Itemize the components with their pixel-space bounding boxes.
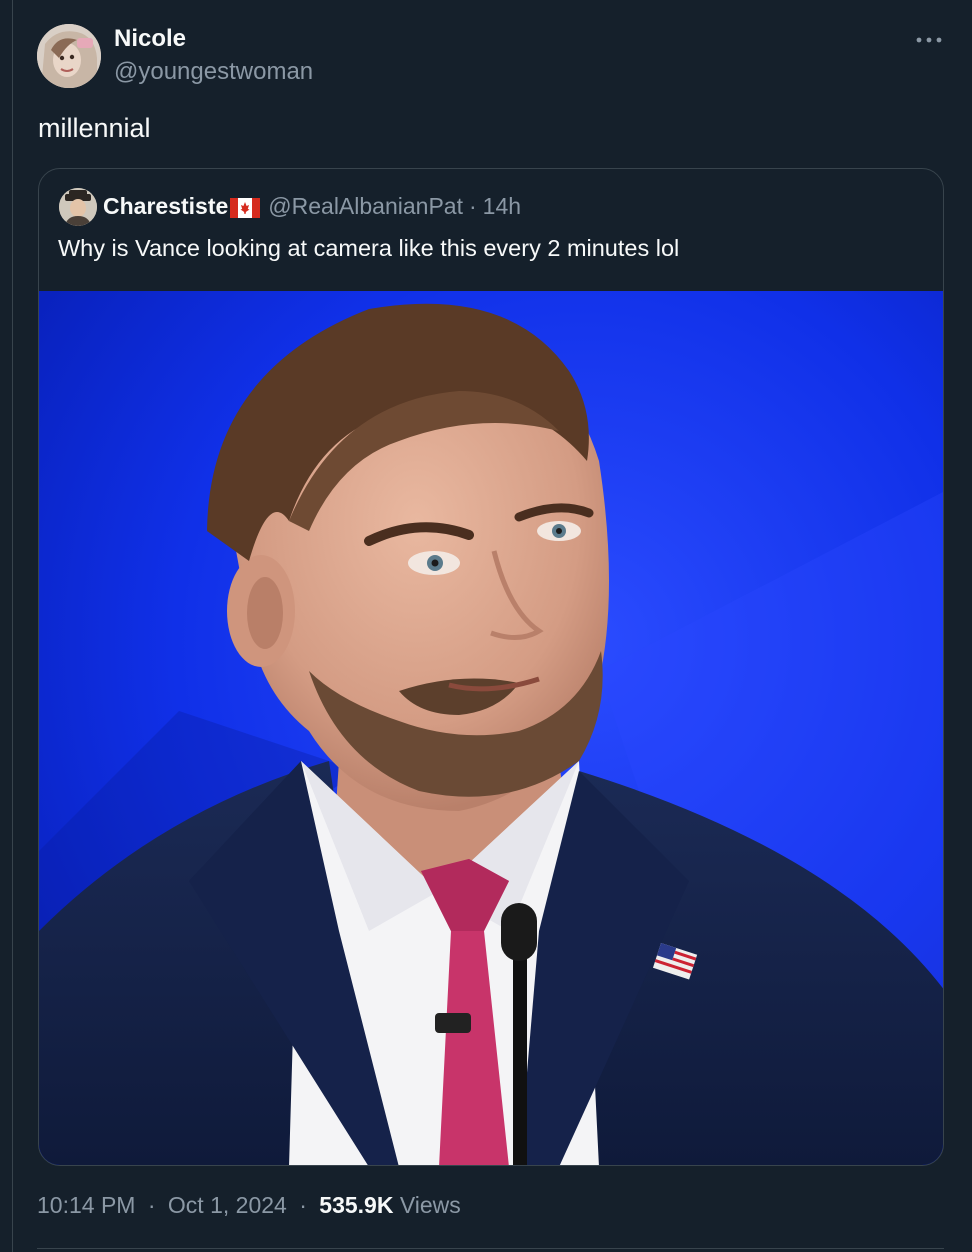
more-dots-icon xyxy=(916,37,942,43)
author-avatar[interactable] xyxy=(37,24,101,88)
quoted-media-photo[interactable] xyxy=(39,291,943,1165)
quoted-author-avatar[interactable] xyxy=(59,188,97,226)
tweet-meta: 10:14 PM · Oct 1, 2024 · 535.9K Views xyxy=(37,1192,461,1219)
author-handle[interactable]: @youngestwoman xyxy=(114,58,313,86)
tweet-time[interactable]: 10:14 PM xyxy=(37,1192,135,1218)
user-avatar-icon xyxy=(59,188,97,226)
quoted-timestamp[interactable]: 14h xyxy=(483,193,521,220)
divider xyxy=(37,1248,944,1249)
quoted-separator: · xyxy=(468,193,477,219)
more-options-button[interactable] xyxy=(912,26,946,54)
views-label: Views xyxy=(399,1192,461,1218)
quoted-tweet-text: Why is Vance looking at camera like this… xyxy=(58,235,680,261)
meta-separator: · xyxy=(299,1192,307,1218)
canada-flag-icon xyxy=(230,197,261,218)
quoted-author-handle[interactable]: @RealAlbanianPat xyxy=(268,193,463,220)
quoted-tweet-card[interactable]: Charestiste @RealAlbanianPat · 14h Why i… xyxy=(38,168,944,1166)
user-avatar-icon xyxy=(37,24,101,88)
author-name[interactable]: Nicole xyxy=(114,25,186,53)
tweet-text: millennial xyxy=(38,113,151,143)
quoted-header: Charestiste @RealAlbanianPat · 14h xyxy=(103,193,521,220)
tweet-date[interactable]: Oct 1, 2024 xyxy=(168,1192,287,1218)
photo-icon xyxy=(39,291,943,1165)
views-count: 535.9K xyxy=(319,1192,394,1218)
meta-separator: · xyxy=(147,1192,156,1218)
quoted-author-name[interactable]: Charestiste xyxy=(103,193,228,220)
